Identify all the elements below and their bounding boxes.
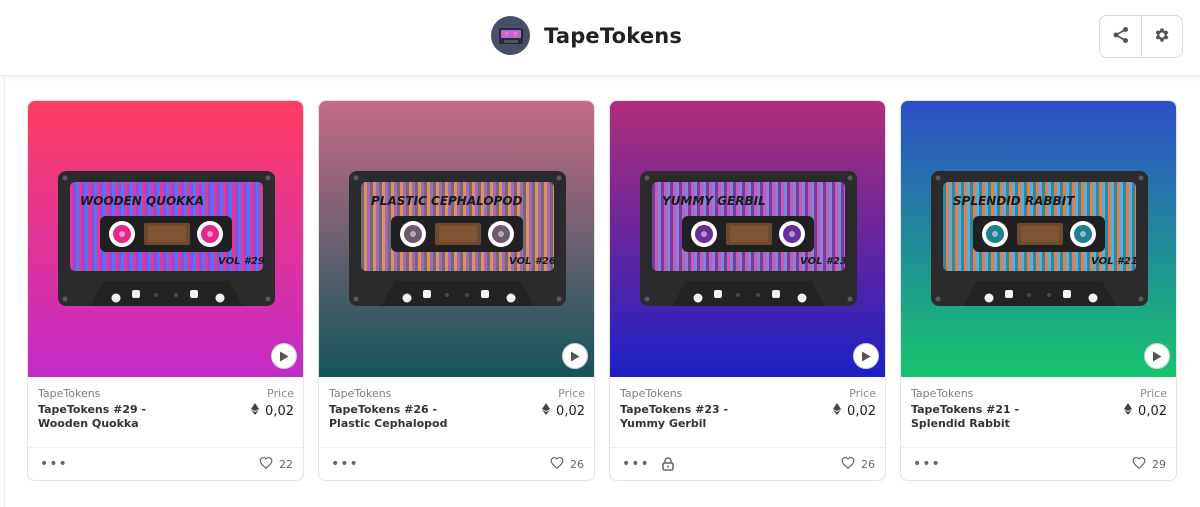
tape-vol-label: VOL #29 (218, 256, 265, 267)
cassette-tape-illustration: SPLENDID RABBIT VOL #21 (931, 171, 1148, 306)
tape-name-label: YUMMY GERBIL (662, 194, 766, 208)
cassette-artwork[interactable]: WOODEN QUOKKA VOL #29 (28, 101, 303, 377)
price-value: 0,02 (847, 403, 876, 419)
ethereum-icon (542, 403, 551, 419)
lock-icon (662, 457, 674, 471)
play-icon (1152, 347, 1162, 366)
nft-card[interactable]: SPLENDID RABBIT VOL #21 TapeTokens TapeTo… (900, 100, 1177, 481)
more-options-icon[interactable]: ••• (622, 457, 650, 471)
ethereum-icon (1124, 403, 1133, 419)
cassette-artwork[interactable]: YUMMY GERBIL VOL #23 (610, 101, 885, 377)
card-info: TapeTokens TapeTokens #23 - Yummy Gerbil… (610, 377, 885, 449)
price-label: Price (1140, 387, 1167, 400)
more-options-icon[interactable]: ••• (913, 457, 941, 471)
tape-name-label: PLASTIC CEPHALOPOD (371, 194, 523, 208)
nft-card[interactable]: WOODEN QUOKKA VOL #29 TapeTokens TapeToke… (27, 100, 304, 481)
like-button[interactable]: 22 (259, 456, 293, 472)
price: 0,02 (1124, 403, 1167, 419)
collection-name[interactable]: TapeTokens (911, 387, 1167, 400)
price-value: 0,02 (1138, 403, 1167, 419)
cassette-artwork[interactable]: PLASTIC CEPHALOPOD VOL #26 (319, 101, 594, 377)
share-icon (1112, 26, 1130, 48)
ethereum-icon (251, 403, 260, 419)
heart-icon (550, 456, 564, 472)
tape-vol-label: VOL #26 (509, 256, 556, 267)
collection-name[interactable]: TapeTokens (620, 387, 876, 400)
tape-name-label: SPLENDID RABBIT (953, 194, 1075, 208)
play-button[interactable] (562, 343, 588, 369)
cassette-logo-icon (491, 16, 530, 55)
like-button[interactable]: 26 (550, 456, 584, 472)
cassette-tape-illustration: WOODEN QUOKKA VOL #29 (58, 171, 275, 306)
collection-name[interactable]: TapeTokens (329, 387, 585, 400)
tape-name-label: WOODEN QUOKKA (80, 194, 204, 208)
play-icon (570, 347, 580, 366)
heart-icon (841, 456, 855, 472)
more-options-icon[interactable]: ••• (331, 457, 359, 471)
like-button[interactable]: 26 (841, 456, 875, 472)
share-button[interactable] (1100, 16, 1141, 57)
card-footer: ••• 29 (901, 447, 1176, 480)
cassette-tape-illustration: YUMMY GERBIL VOL #23 (640, 171, 857, 306)
play-button[interactable] (853, 343, 879, 369)
tape-vol-label: VOL #23 (800, 256, 847, 267)
play-button[interactable] (1144, 343, 1170, 369)
card-footer: ••• 22 (28, 447, 303, 480)
token-title[interactable]: TapeTokens #21 - Splendid Rabbit (911, 403, 1061, 431)
nft-card[interactable]: YUMMY GERBIL VOL #23 TapeTokens TapeToken… (609, 100, 886, 481)
collection-name[interactable]: TapeTokens (38, 387, 294, 400)
heart-icon (1132, 456, 1146, 472)
price-value: 0,02 (265, 403, 294, 419)
play-icon (279, 347, 289, 366)
price: 0,02 (542, 403, 585, 419)
price-label: Price (558, 387, 585, 400)
play-icon (861, 347, 871, 366)
card-footer: ••• 26 (319, 447, 594, 480)
heart-icon (259, 456, 273, 472)
card-info: TapeTokens TapeTokens #21 - Splendid Rab… (901, 377, 1176, 449)
token-title[interactable]: TapeTokens #29 - Wooden Quokka (38, 403, 188, 431)
like-count: 22 (279, 457, 293, 471)
price-value: 0,02 (556, 403, 585, 419)
card-footer: ••• 26 (610, 447, 885, 480)
top-header: TapeTokens (0, 0, 1200, 76)
token-title[interactable]: TapeTokens #26 - Plastic Cephalopod (329, 403, 479, 431)
tape-vol-label: VOL #21 (1091, 256, 1138, 267)
cassette-tape-illustration: PLASTIC CEPHALOPOD VOL #26 (349, 171, 566, 306)
nft-card[interactable]: PLASTIC CEPHALOPOD VOL #26 TapeTokens Tap… (318, 100, 595, 481)
card-info: TapeTokens TapeTokens #29 - Wooden Quokk… (28, 377, 303, 449)
like-count: 26 (570, 457, 584, 471)
header-actions (1099, 15, 1183, 58)
like-button[interactable]: 29 (1132, 456, 1166, 472)
play-button[interactable] (271, 343, 297, 369)
like-count: 29 (1152, 457, 1166, 471)
brand[interactable]: TapeTokens (491, 16, 682, 55)
gear-icon (1153, 26, 1171, 48)
ethereum-icon (833, 403, 842, 419)
card-info: TapeTokens TapeTokens #26 - Plastic Ceph… (319, 377, 594, 449)
price: 0,02 (251, 403, 294, 419)
price-label: Price (267, 387, 294, 400)
like-count: 26 (861, 457, 875, 471)
more-options-icon[interactable]: ••• (40, 457, 68, 471)
token-title[interactable]: TapeTokens #23 - Yummy Gerbil (620, 403, 770, 431)
cassette-artwork[interactable]: SPLENDID RABBIT VOL #21 (901, 101, 1176, 377)
brand-name: TapeTokens (544, 23, 683, 48)
price-label: Price (849, 387, 876, 400)
price: 0,02 (833, 403, 876, 419)
settings-button[interactable] (1141, 16, 1182, 57)
page-left-border (4, 76, 5, 507)
nft-card-grid: WOODEN QUOKKA VOL #29 TapeTokens TapeToke… (27, 100, 1177, 481)
